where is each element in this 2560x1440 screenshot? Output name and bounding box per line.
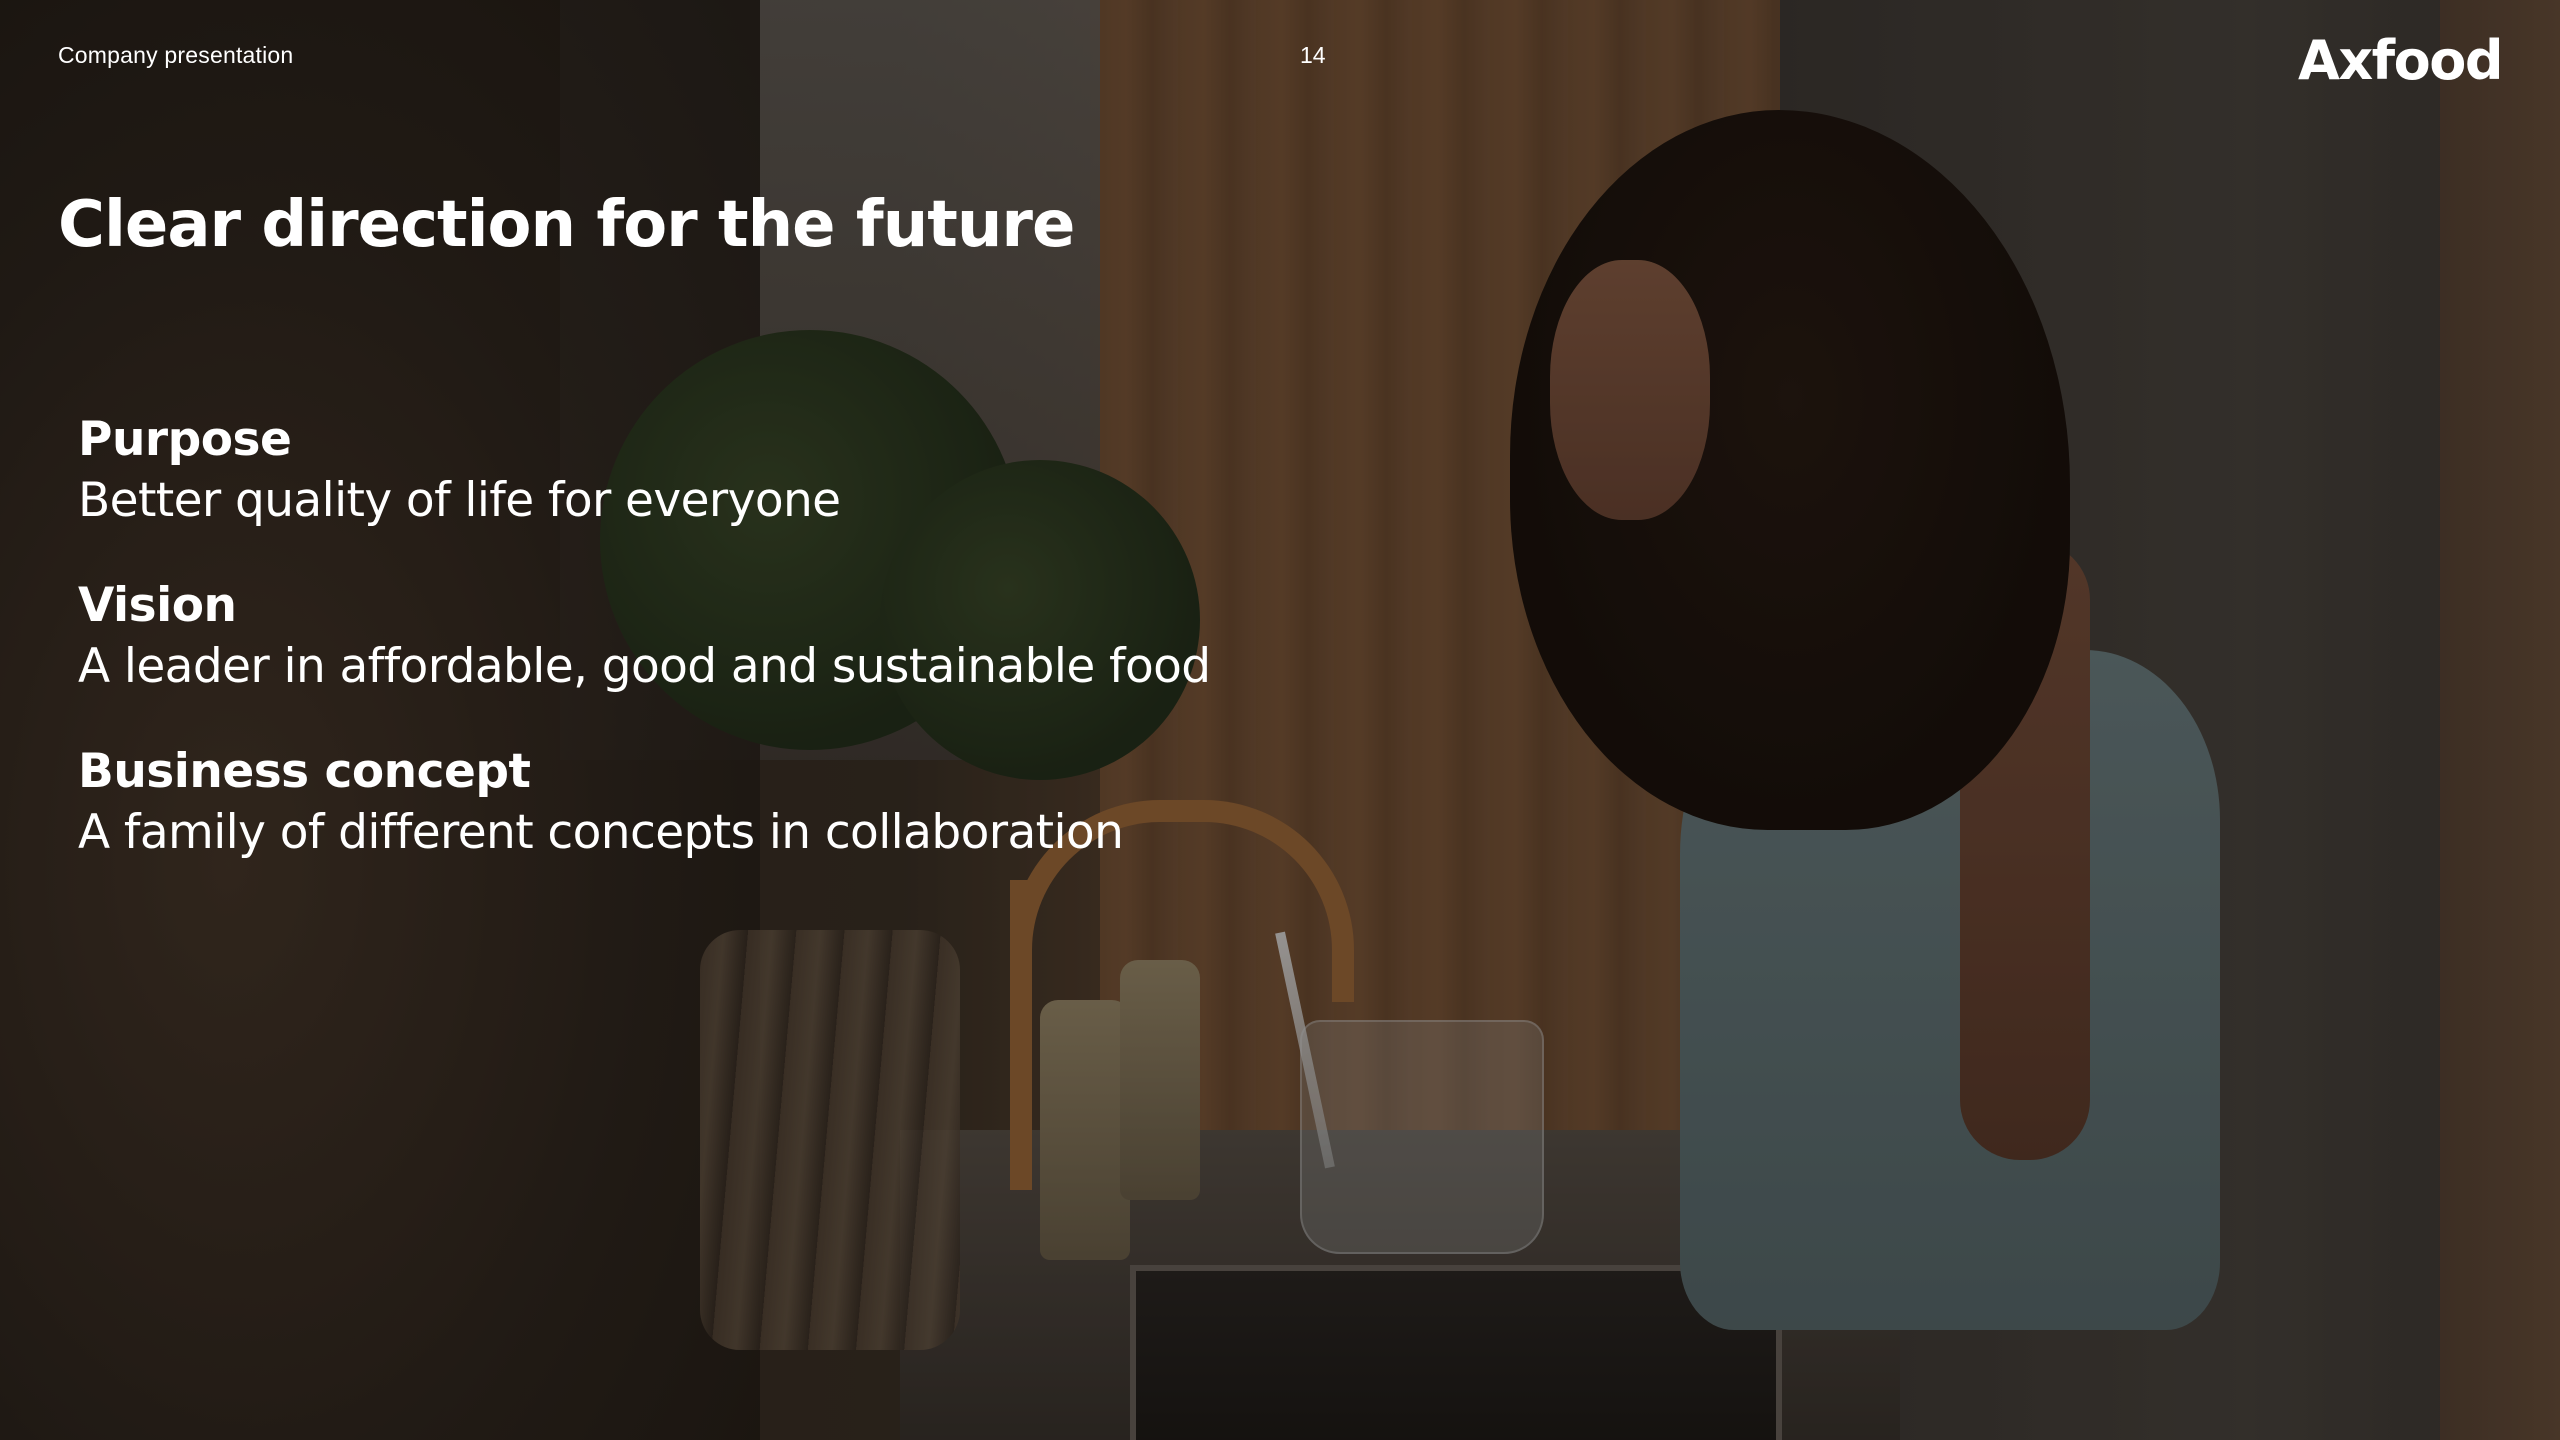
header-label: Company presentation [58, 42, 294, 68]
statement-vision: Vision A leader in affordable, good and … [78, 576, 1478, 698]
statement-purpose: Purpose Better quality of life for every… [78, 410, 1478, 532]
statement-text: A leader in affordable, good and sustain… [78, 639, 1211, 694]
statement-text: A family of different concepts in collab… [78, 805, 1124, 860]
slide-title: Clear direction for the future [58, 188, 1075, 262]
page-number: 14 [1300, 42, 1326, 68]
statement-heading: Purpose [78, 412, 292, 467]
statement-business-concept: Business concept A family of different c… [78, 742, 1478, 864]
statements-list: Purpose Better quality of life for every… [78, 410, 1478, 908]
statement-text: Better quality of life for everyone [78, 473, 841, 528]
statement-heading: Business concept [78, 744, 531, 799]
presentation-slide: Company presentation 14 Axfood Clear dir… [0, 0, 2560, 1440]
statement-heading: Vision [78, 578, 237, 633]
axfood-logo: Axfood [2298, 29, 2503, 92]
